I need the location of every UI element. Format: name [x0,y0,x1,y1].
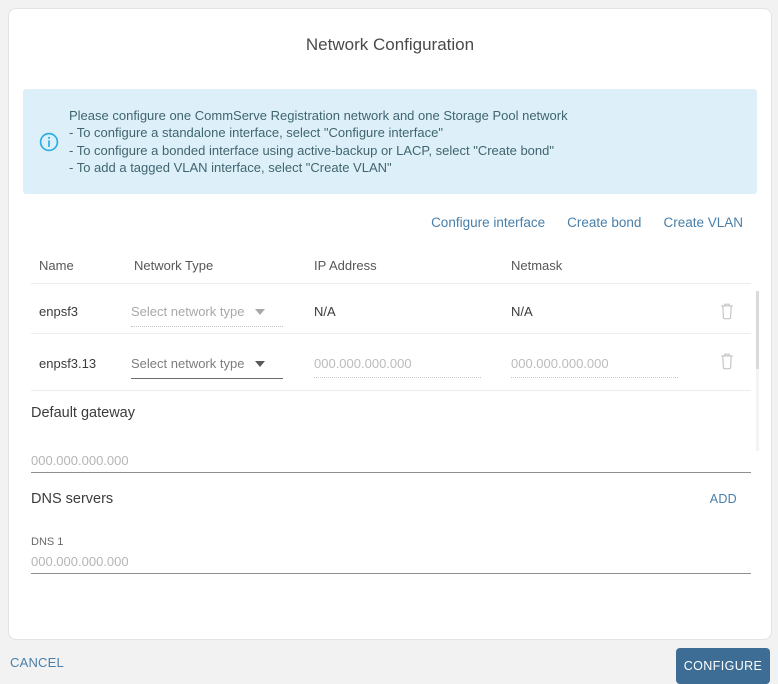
interfaces-table: Name Network Type IP Address Netmask enp… [31,247,751,391]
table-actions: Configure interface Create bond Create V… [431,215,743,230]
chevron-down-icon [255,308,265,315]
info-text: Please configure one CommServe Registrat… [69,107,568,177]
dns-1-input[interactable] [31,554,751,574]
info-line: - To configure a standalone interface, s… [69,125,443,140]
select-placeholder: Select network type [131,304,245,319]
trash-icon [721,303,733,320]
create-bond-link[interactable]: Create bond [567,215,641,230]
trash-icon [721,353,733,370]
info-icon [39,132,59,152]
ip-address-value: N/A [314,304,336,319]
ip-address-input[interactable] [314,356,481,378]
select-placeholder: Select network type [131,356,245,371]
table-row: enpsf3 Select network type N/A N/A [31,284,751,334]
table-row: enpsf3.13 Select network type [31,334,751,391]
create-vlan-link[interactable]: Create VLAN [663,215,743,230]
configure-interface-link[interactable]: Configure interface [431,215,545,230]
configure-button[interactable]: CONFIGURE [676,648,770,684]
cancel-button[interactable]: CANCEL [10,655,64,670]
default-gateway-label: Default gateway [31,405,135,421]
dns-servers-label: DNS servers [31,491,114,507]
info-line: Please configure one CommServe Registrat… [69,107,568,123]
col-header-netmask: Netmask [511,257,563,273]
add-dns-link[interactable]: ADD [710,492,751,506]
col-header-network-type: Network Type [134,257,214,273]
network-type-select[interactable]: Select network type [131,356,283,379]
network-type-select[interactable]: Select network type [131,304,283,327]
netmask-input[interactable] [511,356,678,378]
delete-interface-button[interactable] [719,352,735,370]
scrollbar-thumb[interactable] [756,291,759,369]
col-header-name: Name [39,257,74,273]
col-header-ip-address: IP Address [314,257,377,273]
netmask-value: N/A [511,304,533,319]
network-configuration-dialog: Network Configuration Please configure o… [8,8,772,640]
info-line: - To configure a bonded interface using … [69,142,554,158]
scrollbar[interactable] [756,291,759,451]
default-gateway-input[interactable] [31,453,751,473]
info-line: - To add a tagged VLAN interface, select… [69,160,392,175]
interface-name: enpsf3.13 [39,356,97,371]
info-banner: Please configure one CommServe Registrat… [23,89,757,194]
chevron-down-icon [255,360,265,367]
page-title: Network Configuration [305,35,475,54]
delete-interface-button[interactable] [719,302,735,320]
dns-1-label: DNS 1 [31,536,64,548]
table-header-row: Name Network Type IP Address Netmask [31,247,751,284]
interface-name: enpsf3 [39,304,79,319]
dns-servers-header: DNS servers ADD [31,491,751,507]
